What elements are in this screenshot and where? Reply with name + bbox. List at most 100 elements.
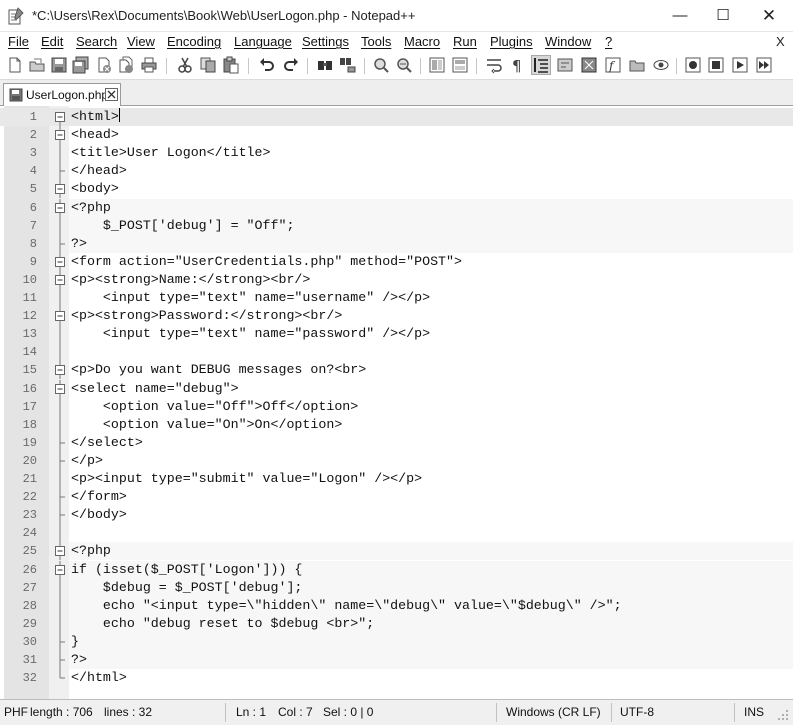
save-all-icon[interactable] [72,56,90,74]
code-line[interactable]: 30} [0,632,793,651]
code-line[interactable]: 6 <?php [0,198,793,217]
replace-icon[interactable] [339,56,357,74]
code-line[interactable]: 16 <select name="debug"> [0,379,793,398]
find-icon[interactable] [316,56,334,74]
status-length: length : 706 [30,705,93,719]
play-macro-icon[interactable] [731,56,749,74]
code-line[interactable]: 2 <head> [0,126,793,145]
fold-toggle-icon[interactable] [54,252,66,271]
paste-icon[interactable] [222,56,240,74]
menu-tools[interactable]: Tools [361,34,391,49]
code-line[interactable]: 24 [0,524,793,543]
function-list-icon[interactable]: f [604,56,622,74]
code-text: <option value="On">On</option> [71,416,343,432]
sync-horizontal-icon[interactable] [451,56,469,74]
menu-edit[interactable]: Edit [41,34,63,49]
code-line[interactable]: 1 <html> [0,108,793,126]
cut-icon[interactable] [176,56,194,74]
redo-icon[interactable] [282,56,300,74]
menu-language[interactable]: Language [234,34,292,49]
code-line[interactable]: 17 <option value="Off">Off</option> [0,397,793,416]
undo-icon[interactable] [258,56,276,74]
show-all-characters-icon[interactable]: ¶ [508,56,526,74]
code-line[interactable]: 25 <?php [0,542,793,561]
code-line[interactable]: 21 <p><input type="submit" value="Logon" … [0,470,793,488]
close-all-icon[interactable] [117,56,135,74]
code-line[interactable]: 23 </body> [0,506,793,525]
word-wrap-icon[interactable] [485,56,503,74]
zoom-out-icon[interactable] [395,56,413,74]
fold-toggle-icon[interactable] [54,108,66,126]
code-line[interactable]: 20 </p> [0,451,793,470]
fold-toggle-icon[interactable] [54,270,66,289]
copy-icon[interactable] [199,56,217,74]
menu-search[interactable]: Search [76,34,117,49]
save-icon[interactable] [50,56,68,74]
fold-toggle-icon[interactable] [54,361,66,380]
run-macro-multiple-icon[interactable] [755,56,773,74]
udl-icon[interactable] [556,56,574,74]
code-line[interactable]: 15 <p>Do you want DEBUG messages on?<br> [0,361,793,380]
sync-vertical-icon[interactable] [428,56,446,74]
code-line[interactable]: 7 $_POST['debug'] = "Off"; [0,216,793,235]
tab-userlogon-php[interactable]: UserLogon.php [3,83,121,106]
menu-macro[interactable]: Macro [404,34,440,49]
code-line[interactable]: 32 </html> [0,669,793,687]
fold-toggle-icon[interactable] [54,379,66,398]
document-modified-icon [9,88,23,102]
document-map-icon[interactable] [580,56,598,74]
resize-grip-icon[interactable] [776,708,790,722]
code-line[interactable]: 18 <option value="On">On</option> [0,415,793,434]
print-icon[interactable] [140,56,158,74]
maximize-button[interactable]: ☐ [700,0,746,32]
code-line[interactable]: 4 </head> [0,162,793,181]
record-macro-icon[interactable] [684,56,702,74]
code-line[interactable]: 14 [0,343,793,362]
fold-toggle-icon[interactable] [54,180,66,199]
menu-help[interactable]: ? [605,34,612,49]
code-line[interactable]: 9 <form action="UserCredentials.php" meth… [0,252,793,271]
fold-toggle-icon[interactable] [54,126,66,145]
menu-plugins[interactable]: Plugins [490,34,533,49]
code-line[interactable]: 26 if (isset($_POST['Logon'])) { [0,560,793,579]
menu-run[interactable]: Run [453,34,477,49]
menu-encoding[interactable]: Encoding [167,34,221,49]
stop-record-icon[interactable] [707,56,725,74]
menu-window[interactable]: Window [545,34,591,49]
line-number: 22 [22,490,37,505]
close-document-button[interactable]: X [776,34,785,49]
code-line[interactable]: 10 <p><strong>Name:</strong><br/> [0,270,793,289]
indent-guide-icon[interactable] [531,55,551,75]
monitoring-icon[interactable] [652,56,670,74]
zoom-in-icon[interactable] [372,56,390,74]
fold-toggle-icon[interactable] [54,542,66,561]
code-line[interactable]: 29 echo "debug reset to $debug <br>"; [0,614,793,633]
code-line[interactable]: 3 <title>User Logon</title> [0,144,793,163]
open-file-icon[interactable] [28,56,46,74]
fold-toggle-icon[interactable] [54,560,66,579]
new-file-icon[interactable] [6,56,24,74]
menu-file[interactable]: File [8,34,29,49]
code-line[interactable]: 19 </select> [0,433,793,452]
code-text: <input type="text" name="password" /></p… [71,326,431,342]
code-line[interactable]: 5 <body> [0,180,793,199]
code-line[interactable]: 28 echo "<input type=\"hidden\" name=\"d… [0,596,793,615]
menu-settings[interactable]: Settings [302,34,349,49]
fold-toggle-icon[interactable] [54,198,66,217]
code-line[interactable]: 27 $debug = $_POST['debug']; [0,578,793,597]
code-editor[interactable]: 1 <html> 2 <head> 3 <title>User Logon</title>… [0,106,793,699]
fold-toggle-icon[interactable] [54,307,66,326]
code-line[interactable]: 11 <input type="text" name="username" />… [0,289,793,307]
close-icon[interactable] [95,56,113,74]
code-line[interactable]: 13 <input type="text" name="password" />… [0,325,793,344]
tab-close-icon[interactable] [105,88,118,101]
code-text: <form action="UserCredentials.php" metho… [71,253,462,269]
folder-workspace-icon[interactable] [628,56,646,74]
code-line[interactable]: 22 </form> [0,488,793,507]
code-line[interactable]: 8 ?> [0,234,793,253]
code-line[interactable]: 31 ?> [0,651,793,669]
menu-view[interactable]: View [127,34,155,49]
minimize-button[interactable]: — [657,0,703,32]
close-window-button[interactable]: ✕ [746,0,792,32]
code-line[interactable]: 12 <p><strong>Password:</strong><br/> [0,307,793,326]
